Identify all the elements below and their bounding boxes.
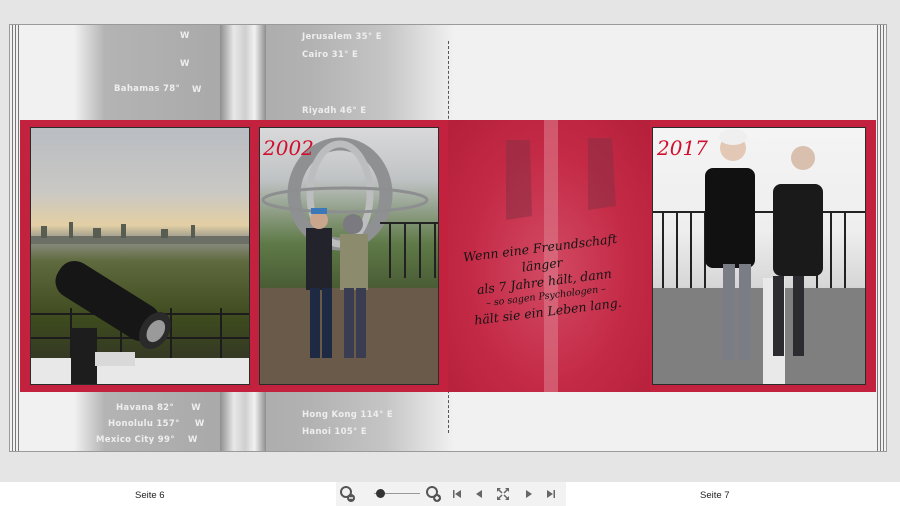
signpost-w-mark: W	[180, 59, 190, 69]
next-page-icon	[526, 490, 532, 498]
fit-to-window-button[interactable]	[494, 482, 512, 506]
telescope-illustration	[31, 222, 249, 384]
signpost-text: Hong Kong 114° E	[302, 410, 393, 420]
last-page-button[interactable]	[544, 482, 558, 506]
fit-to-window-icon	[497, 488, 509, 500]
zoom-in-icon	[426, 486, 442, 502]
year-label-2002: 2002	[263, 136, 314, 160]
previous-page-button[interactable]	[472, 482, 486, 506]
signpost-text: Cairo 31° E	[302, 50, 359, 60]
right-page-label: Seite 7	[700, 490, 730, 501]
last-page-icon	[547, 490, 555, 498]
signpost-text: Mexico City 99° W	[96, 435, 198, 445]
zoom-slider-knob[interactable]	[376, 489, 386, 498]
page-canvas: W W Bahamas 78° W Jerusalem 35° E Cairo …	[0, 0, 900, 482]
left-book-edge	[10, 25, 20, 451]
right-book-edge	[876, 25, 886, 451]
signpost-text: Honolulu 157° W	[108, 419, 205, 429]
zoom-navigation-toolbar	[336, 482, 566, 506]
signpost-text: Jerusalem 35° E	[302, 32, 382, 42]
zoom-out-button[interactable]	[336, 482, 360, 506]
signpost-w-mark: W	[180, 31, 190, 41]
book-spread[interactable]: W W Bahamas 78° W Jerusalem 35° E Cairo …	[9, 24, 887, 452]
signpost-text: W	[192, 85, 202, 95]
photo-telescope-city[interactable]	[30, 127, 250, 385]
photo-2017[interactable]: 2017	[652, 127, 866, 385]
signpost-text: Hanoi 105° E	[302, 427, 367, 437]
two-people-illustration	[653, 129, 865, 384]
first-page-icon	[453, 490, 461, 498]
zoom-in-button[interactable]	[422, 482, 446, 506]
signpost-text: Riyadh 46° E	[302, 106, 367, 116]
left-page-label: Seite 6	[135, 490, 165, 501]
photo-2002[interactable]: 2002	[259, 127, 439, 385]
zoom-out-icon	[340, 486, 356, 502]
sculpture-illustration	[260, 137, 438, 384]
year-label-2017: 2017	[657, 136, 708, 160]
signpost-text: Bahamas 78°	[114, 84, 180, 94]
signpost-text: Havana 82° W	[116, 403, 201, 413]
next-page-button[interactable]	[522, 482, 536, 506]
first-page-button[interactable]	[450, 482, 464, 506]
previous-page-icon	[476, 490, 482, 498]
